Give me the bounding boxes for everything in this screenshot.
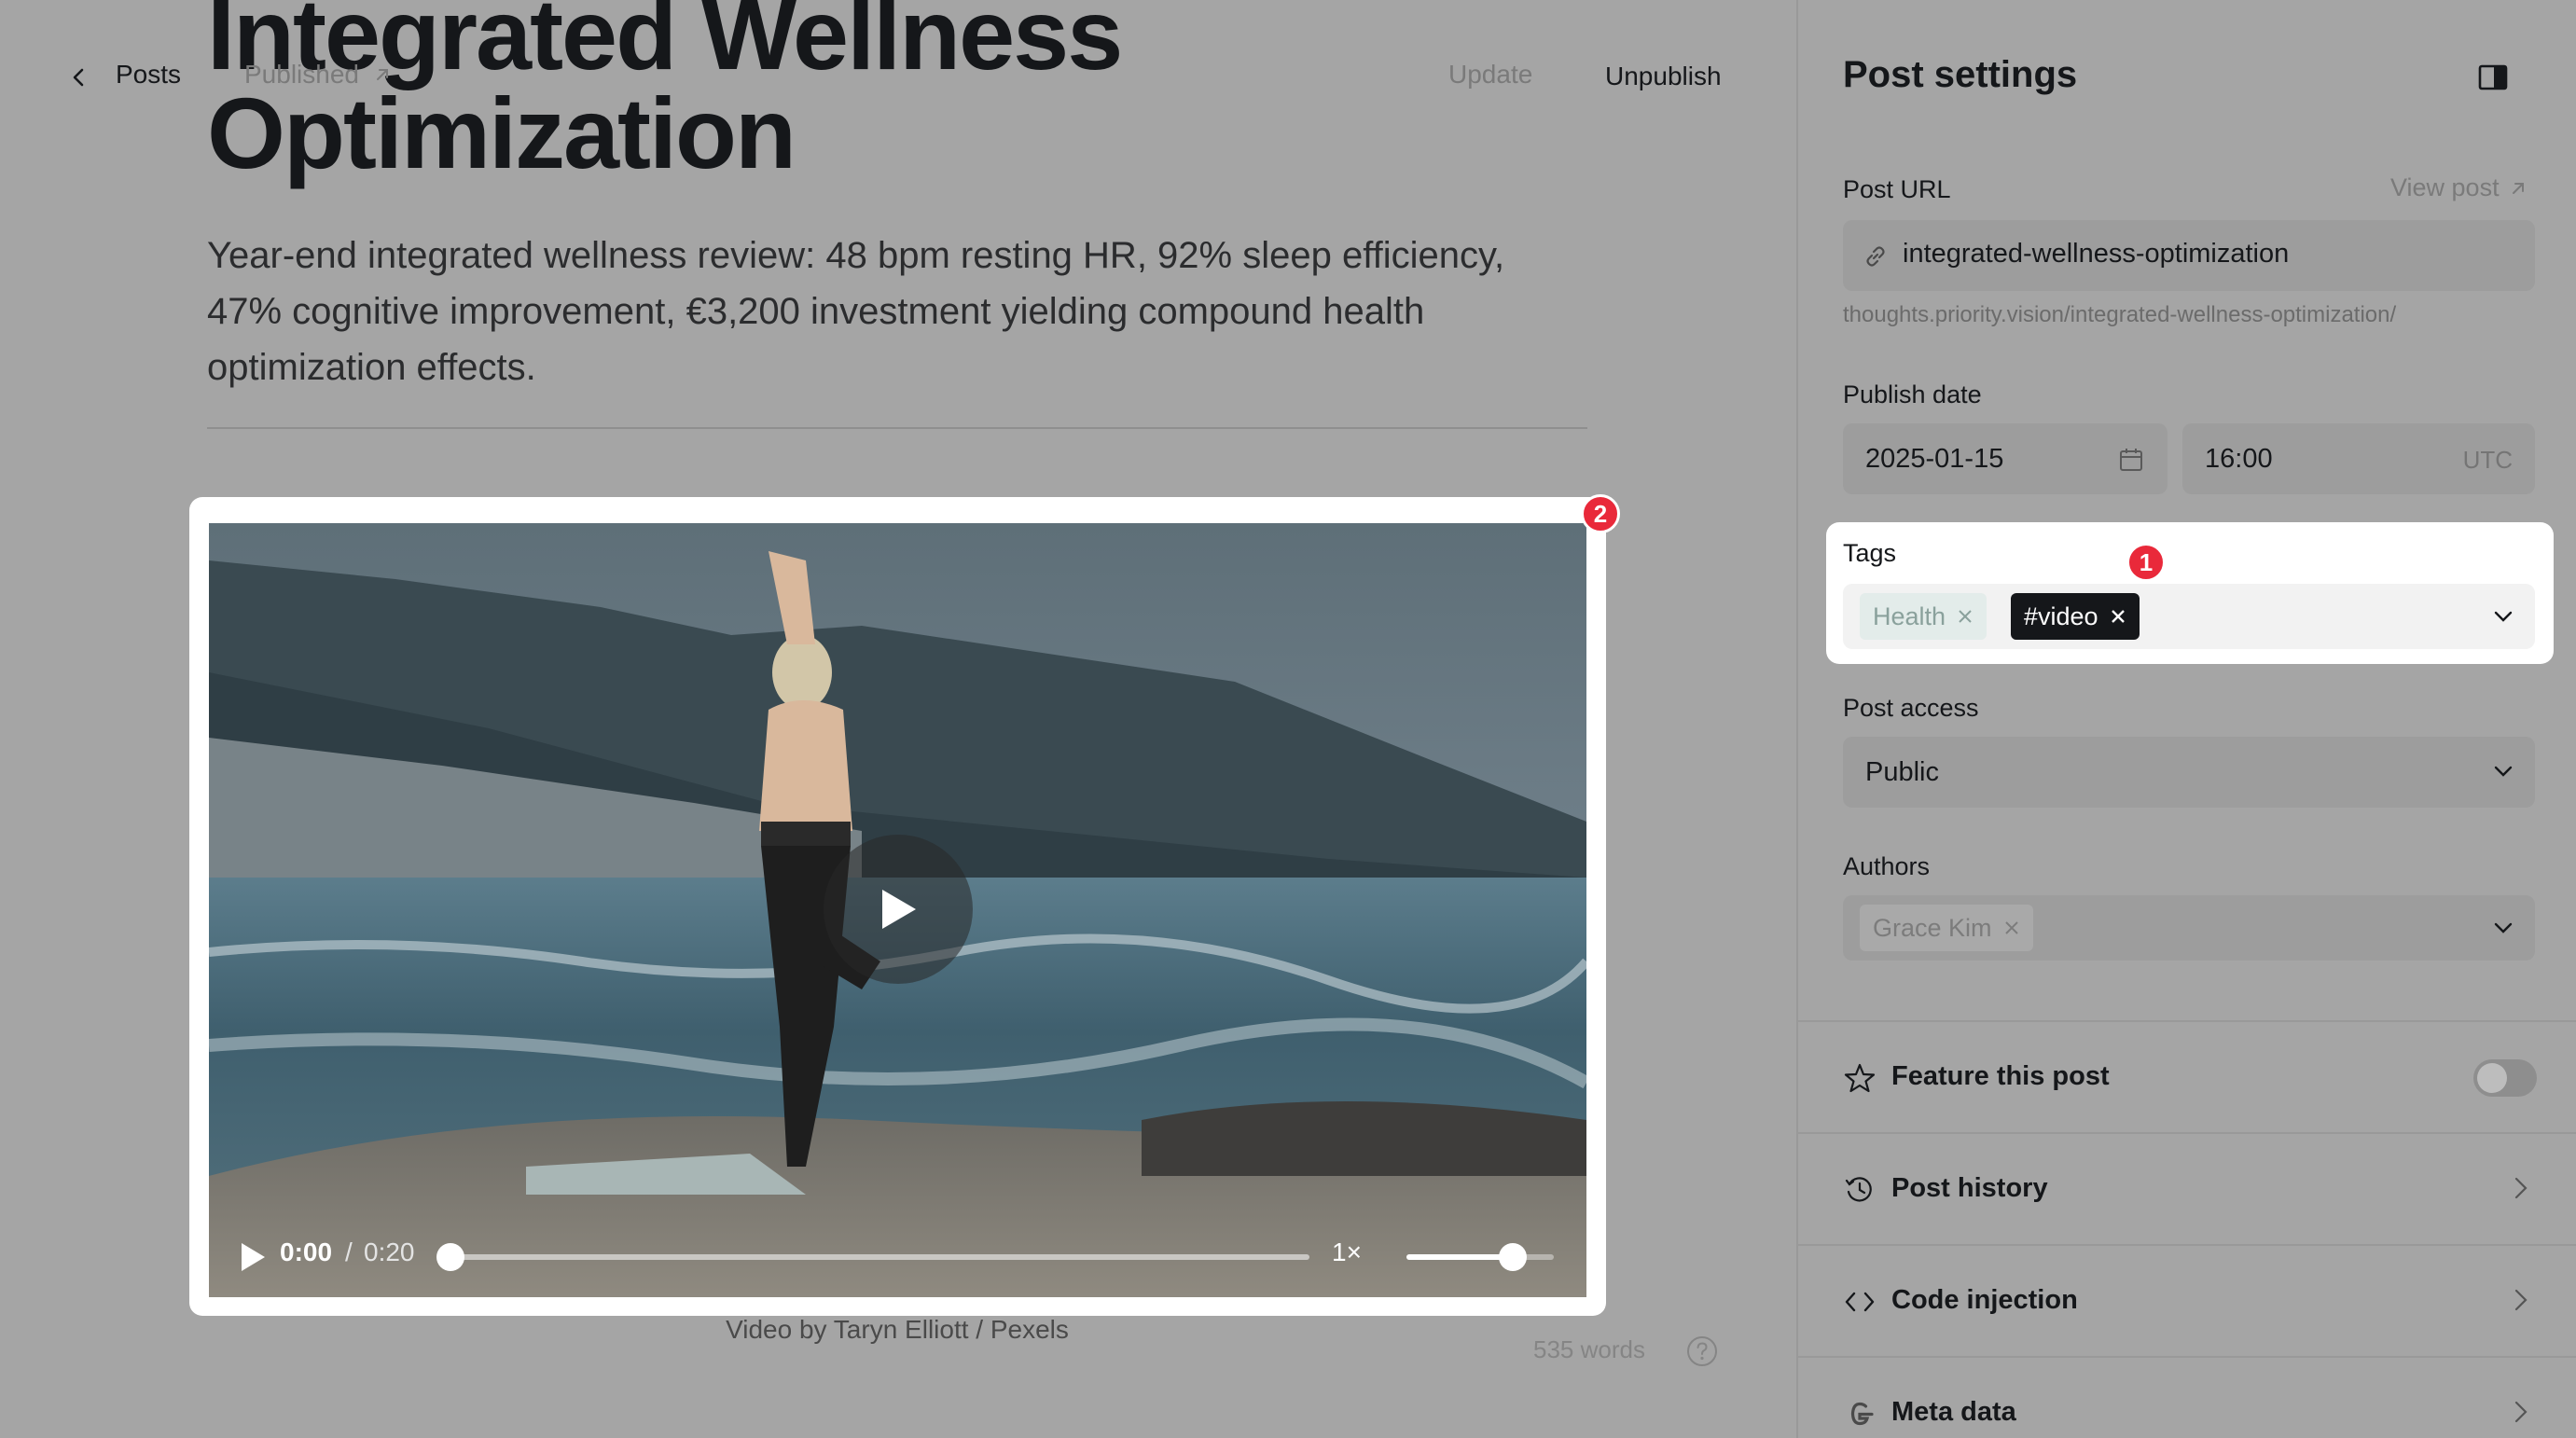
play-overlay-button[interactable] (824, 835, 973, 984)
video-card-highlight[interactable]: 0:00 / 0:20 1× 2 (189, 494, 1620, 1316)
publish-date-label: Publish date (1843, 380, 1982, 408)
code-injection-row[interactable]: Code injection (1798, 1244, 2576, 1356)
volume-fill (1406, 1254, 1513, 1260)
tag-chip-label: #video (2024, 601, 2098, 630)
feature-post-label: Feature this post (1891, 1061, 2110, 1091)
video-controls: 0:00 / 0:20 1× (209, 1223, 1586, 1297)
post-access-label: Post access (1843, 694, 1979, 722)
publish-time-value: 16:00 (2205, 444, 2273, 474)
help-icon[interactable] (1686, 1335, 1718, 1367)
time-separator: / (345, 1238, 353, 1266)
word-count: 535 words (1533, 1335, 1645, 1363)
link-icon (1866, 246, 1885, 267)
update-button[interactable]: Update (1448, 60, 1532, 90)
publish-date-input[interactable]: 2025-01-15 (1843, 423, 2167, 494)
calendar-icon[interactable] (2117, 446, 2145, 474)
play-icon (882, 890, 916, 929)
authors-input[interactable]: Grace Kim (1843, 895, 2535, 961)
post-access-select[interactable]: Public (1843, 737, 2535, 808)
meta-data-label: Meta data (1891, 1397, 2016, 1427)
step-badge-2: 2 (1581, 494, 1620, 533)
progress-slider[interactable] (450, 1254, 1309, 1260)
excerpt-divider (207, 427, 1587, 429)
panel-title: Post settings (1843, 54, 2078, 95)
history-icon (1845, 1177, 1872, 1202)
close-icon[interactable] (2110, 608, 2126, 625)
view-post-link[interactable]: View post (2390, 173, 2528, 202)
published-status-label: Published (244, 60, 359, 89)
meta-data-row[interactable]: Meta data (1798, 1356, 2576, 1438)
sidebar-toggle-icon[interactable] (2477, 63, 2509, 91)
publish-date-value: 2025-01-15 (1865, 444, 2004, 474)
post-settings-panel: Post settings Post URL View post integra… (1796, 0, 2576, 1438)
chevron-down-icon (2494, 766, 2513, 777)
publish-time-input[interactable]: 16:00 UTC (2182, 423, 2535, 494)
authors-label: Authors (1843, 852, 1931, 880)
tags-input[interactable]: Health #video (1843, 584, 2535, 649)
view-post-label: View post (2390, 173, 2500, 201)
post-history-row[interactable]: Post history (1798, 1132, 2576, 1244)
post-access-value: Public (1865, 757, 1939, 787)
code-injection-label: Code injection (1891, 1285, 2078, 1315)
author-chip-label: Grace Kim (1873, 913, 1992, 942)
author-chip[interactable]: Grace Kim (1860, 905, 2033, 951)
chevron-left-icon[interactable] (67, 63, 90, 91)
chevron-right-icon (2514, 1177, 2528, 1199)
post-url-label: Post URL (1843, 175, 1951, 203)
chevron-right-icon (2514, 1289, 2528, 1311)
video-player[interactable]: 0:00 / 0:20 1× (209, 523, 1586, 1297)
post-url-input[interactable]: integrated-wellness-optimization (1843, 220, 2535, 291)
back-to-posts-link[interactable]: Posts (116, 60, 181, 90)
published-status[interactable]: Published (244, 60, 393, 90)
duration: 0:20 (364, 1238, 415, 1266)
video-caption[interactable]: Video by Taryn Elliott / Pexels (207, 1315, 1587, 1345)
tags-label: Tags (1843, 539, 1897, 567)
volume-slider[interactable] (1406, 1254, 1554, 1260)
feature-post-toggle[interactable] (2473, 1059, 2537, 1097)
playback-speed-button[interactable]: 1× (1332, 1238, 1362, 1267)
tags-card-highlight: Tags Health #video 1 (1826, 522, 2554, 664)
app-root: Integrated Wellness Optimization Posts P… (0, 0, 2576, 1438)
star-icon (1844, 1063, 1876, 1093)
tag-chip-label: Health (1873, 601, 1946, 630)
unpublish-button[interactable]: Unpublish (1605, 62, 1722, 91)
close-icon[interactable] (1957, 608, 1974, 625)
volume-thumb[interactable] (1498, 1243, 1527, 1271)
close-icon[interactable] (2003, 919, 2020, 936)
editor-topbar: Posts Published Update Unpublish (0, 45, 1796, 110)
post-url-hint: thoughts.priority.vision/integrated-well… (1843, 302, 2397, 327)
toggle-knob (2477, 1063, 2507, 1093)
chevron-right-icon (2514, 1401, 2528, 1423)
tag-chip-health[interactable]: Health (1860, 593, 1987, 640)
control-play-icon[interactable] (239, 1241, 267, 1273)
tag-chip-video[interactable]: #video (2011, 593, 2140, 640)
progress-thumb[interactable] (436, 1243, 464, 1271)
post-excerpt[interactable]: Year-end integrated wellness review: 48 … (207, 228, 1587, 395)
arrow-up-right-icon (2512, 182, 2524, 194)
google-icon (1850, 1402, 1874, 1426)
step-badge-1: 1 (2126, 543, 2166, 582)
post-history-label: Post history (1891, 1173, 2048, 1203)
post-url-value: integrated-wellness-optimization (1903, 239, 2290, 269)
code-icon (1845, 1292, 1875, 1312)
current-time: 0:00 (280, 1238, 333, 1266)
timezone-label: UTC (2462, 446, 2513, 474)
feature-post-row[interactable]: Feature this post (1798, 1020, 2576, 1132)
editor-area: Integrated Wellness Optimization Posts P… (0, 0, 1796, 1438)
chevron-down-icon[interactable] (2492, 608, 2514, 625)
chevron-down-icon[interactable] (2492, 919, 2514, 936)
arrow-up-right-icon (376, 69, 388, 80)
